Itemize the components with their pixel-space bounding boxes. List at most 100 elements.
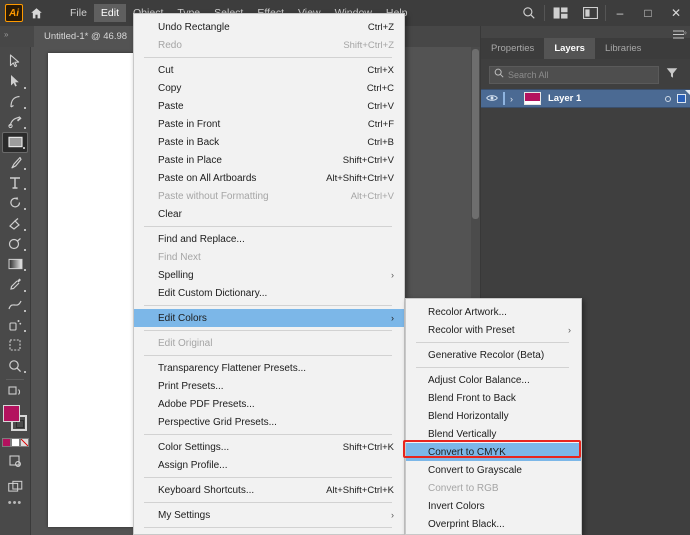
none-button[interactable] [19,437,29,447]
color-button[interactable] [1,437,11,447]
menu-item-label: Clear [158,208,182,220]
layers-search-input[interactable]: Search All [489,65,659,84]
menu-item-paste-on-all-artboards[interactable]: Paste on All Artboards Alt+Shift+Ctrl+V [134,169,404,187]
menu-separator [144,477,392,478]
blend-tool[interactable] [2,295,28,315]
menu-item-my-settings[interactable]: My Settings › [134,506,404,524]
menu-item-spelling[interactable]: Spelling › [134,266,404,284]
menu-item-print-presets[interactable]: Print Presets... [134,377,404,395]
submenu-item-recolor-artwork[interactable]: Recolor Artwork... [406,303,581,321]
menu-item-paste-in-front[interactable]: Paste in Front Ctrl+F [134,115,404,133]
menu-item-paste-in-place[interactable]: Paste in Place Shift+Ctrl+V [134,151,404,169]
menu-item-cut[interactable]: Cut Ctrl+X [134,61,404,79]
menu-item-label: Paste in Front [158,118,221,130]
submenu-chevron-icon: › [391,270,394,280]
change-screen-mode-icon[interactable] [2,383,28,403]
menu-item-transparency-flattener-presets[interactable]: Transparency Flattener Presets... [134,359,404,377]
menu-item-paste[interactable]: Paste Ctrl+V [134,97,404,115]
submenu-item-label: Overprint Black... [428,518,505,530]
layer-row[interactable]: › Layer 1 [481,89,690,108]
workspace-switcher-icon[interactable] [575,0,605,26]
menu-item-copy[interactable]: Copy Ctrl+C [134,79,404,97]
menu-item-shortcut: Ctrl+B [367,136,394,148]
menu-item-label: Find Next [158,251,201,263]
paintbrush-tool[interactable] [2,153,28,173]
edit-toolbar-icon[interactable]: ••• [8,497,23,509]
menu-item-color-settings[interactable]: Color Settings... Shift+Ctrl+K [134,438,404,456]
menu-item-find-and-replace[interactable]: Find and Replace... [134,230,404,248]
rectangle-tool[interactable] [2,132,28,153]
panel-menu-icon[interactable] [673,30,684,43]
chevron-right-icon[interactable]: › [510,94,522,104]
fill-and-stroke-swatches[interactable] [2,404,28,433]
panel-collapse-handle-icon[interactable]: » [4,30,9,39]
submenu-item-blend-vertically[interactable]: Blend Vertically [406,425,581,443]
menu-item-perspective-grid-presets[interactable]: Perspective Grid Presets... [134,413,404,431]
close-button[interactable]: ✕ [662,0,690,26]
arrange-documents-icon[interactable] [545,0,575,26]
document-tab[interactable]: Untitled-1* @ 46.98 [34,26,138,47]
filter-icon[interactable] [666,66,678,84]
submenu-item-recolor-with-preset[interactable]: Recolor with Preset › [406,321,581,339]
submenu-separator [416,367,569,368]
symbol-sprayer-tool[interactable] [2,315,28,335]
eye-icon[interactable] [481,94,503,104]
target-indicator-icon[interactable] [665,95,671,102]
panel-tab-libraries[interactable]: Libraries [595,38,651,59]
type-tool[interactable] [2,173,28,193]
home-icon[interactable] [23,0,49,26]
screen-mode-icon[interactable] [2,477,28,497]
layer-thumbnail [524,92,541,105]
menu-item-keyboard-shortcuts[interactable]: Keyboard Shortcuts... Alt+Shift+Ctrl+K [134,481,404,499]
eyedropper-tool[interactable] [2,274,28,294]
menubar-item-edit[interactable]: Edit [93,4,127,22]
pen-tool[interactable] [2,92,28,112]
menu-item-label: Spelling [158,269,194,281]
submenu-item-label: Invert Colors [428,500,485,512]
menu-item-label: Undo Rectangle [158,21,230,33]
submenu-item-label: Recolor with Preset [428,324,515,336]
menu-item-label: Edit Colors [158,312,207,324]
menu-item-preferences[interactable]: Preferences› [134,531,404,535]
submenu-item-blend-front-to-back[interactable]: Blend Front to Back [406,389,581,407]
minimize-button[interactable]: – [606,0,634,26]
menu-item-clear[interactable]: Clear [134,205,404,223]
fill-swatch[interactable] [3,404,20,422]
submenu-item-convert-to-rgb: Convert to RGB [406,479,581,497]
submenu-item-convert-to-grayscale[interactable]: Convert to Grayscale [406,461,581,479]
submenu-item-invert-colors[interactable]: Invert Colors [406,497,581,515]
gradient-tool[interactable] [2,254,28,274]
submenu-item-generative-recolor-beta[interactable]: Generative Recolor (Beta) [406,346,581,364]
search-icon[interactable] [514,0,544,26]
menu-item-label: Edit Custom Dictionary... [158,287,268,299]
menu-item-adobe-pdf-presets[interactable]: Adobe PDF Presets... [134,395,404,413]
zoom-tool[interactable] [2,355,28,375]
rotate-tool[interactable] [2,193,28,213]
submenu-item-blend-horizontally[interactable]: Blend Horizontally [406,407,581,425]
selection-tool[interactable] [2,51,28,71]
maximize-button[interactable]: □ [634,0,662,26]
submenu-item-convert-to-cmyk[interactable]: Convert to CMYK [406,443,581,461]
artboard-tool[interactable] [2,335,28,355]
scrollbar-thumb[interactable] [472,49,479,219]
layer-name[interactable]: Layer 1 [548,93,581,104]
panel-tab-properties[interactable]: Properties [481,38,544,59]
direct-selection-tool[interactable] [2,71,28,91]
menu-item-edit-custom-dictionary[interactable]: Edit Custom Dictionary... [134,284,404,302]
menu-item-paste-in-back[interactable]: Paste in Back Ctrl+B [134,133,404,151]
menu-item-edit-colors[interactable]: Edit Colors › [134,309,404,327]
edit-colors-submenu[interactable]: Recolor Artwork... Recolor with Preset › Ge… [405,298,582,535]
submenu-item-overprint-black[interactable]: Overprint Black... [406,515,581,533]
edit-menu-dropdown[interactable]: Undo Rectangle Ctrl+Z Redo Shift+Ctrl+Z Cut C… [133,13,405,535]
curvature-tool[interactable] [2,112,28,132]
menu-item-undo-rectangle[interactable]: Undo Rectangle Ctrl+Z [134,18,404,36]
menu-item-assign-profile[interactable]: Assign Profile... [134,456,404,474]
gradient-button[interactable] [10,437,20,447]
shape-builder-tool[interactable] [2,213,28,233]
menu-item-label: Color Settings... [158,441,230,453]
submenu-item-adjust-color-balance[interactable]: Adjust Color Balance... [406,371,581,389]
drawing-mode-icon[interactable] [2,452,28,472]
menubar-item-file[interactable]: File [63,4,94,22]
panel-tab-layers[interactable]: Layers [544,38,595,59]
width-tool[interactable] [2,234,28,254]
